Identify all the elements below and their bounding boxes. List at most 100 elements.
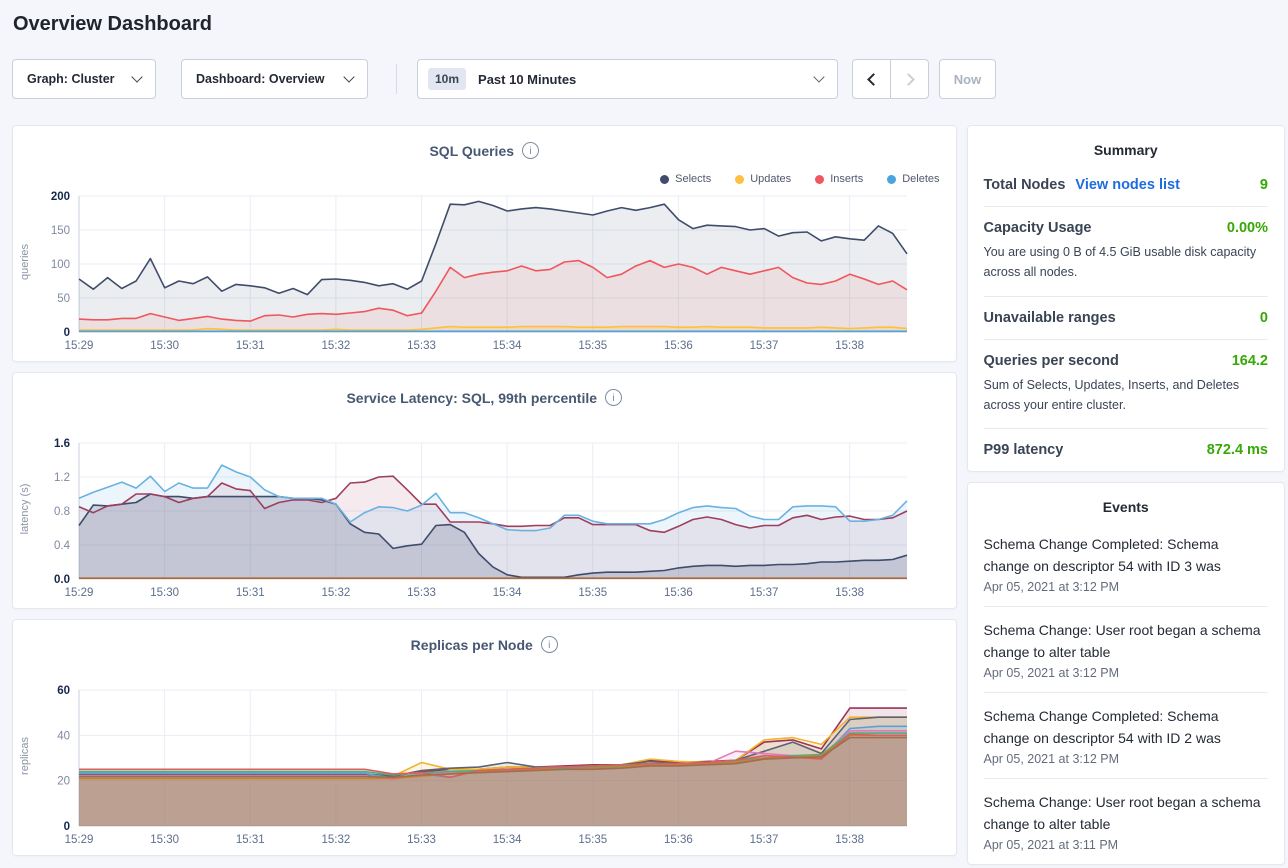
svg-text:15:34: 15:34 [493, 834, 522, 846]
summary-row-main: Unavailable ranges0 [984, 310, 1269, 326]
service-latency-chart[interactable]: 15:2915:3015:3115:3215:3315:3415:3515:36… [13, 437, 957, 607]
toolbar-divider [396, 64, 397, 94]
page-title: Overview Dashboard [0, 0, 1288, 36]
dashboard-dropdown-label: Dashboard: Overview [196, 72, 325, 86]
chart-card-service-latency: Service Latency: SQL, 99th percentileila… [12, 372, 957, 609]
summary-rows: Total NodesView nodes list9Capacity Usag… [968, 164, 1285, 471]
svg-text:15:34: 15:34 [493, 340, 522, 352]
chart-title-text: SQL Queries [429, 143, 514, 159]
svg-text:15:31: 15:31 [236, 834, 265, 846]
svg-text:0.8: 0.8 [54, 506, 70, 518]
svg-text:15:35: 15:35 [578, 340, 607, 352]
info-icon[interactable]: i [541, 636, 558, 653]
chevron-down-icon [813, 71, 824, 82]
svg-text:15:30: 15:30 [150, 834, 179, 846]
time-range-dropdown[interactable]: 10m Past 10 Minutes [417, 59, 838, 99]
chevron-left-icon [867, 73, 880, 86]
svg-text:15:38: 15:38 [835, 834, 864, 846]
event-item: Schema Change: User root began a schema … [984, 607, 1269, 693]
time-prev-button[interactable] [852, 59, 891, 99]
svg-text:15:38: 15:38 [835, 340, 864, 352]
svg-text:15:36: 15:36 [664, 834, 693, 846]
legend-item-updates: Updates [735, 173, 791, 185]
svg-text:15:32: 15:32 [321, 834, 350, 846]
event-item: Schema Change: User root began a schema … [984, 779, 1269, 864]
summary-row-value: 9 [1260, 177, 1268, 193]
svg-text:1.6: 1.6 [54, 438, 70, 450]
info-icon[interactable]: i [522, 142, 539, 159]
event-item: Schema Change Completed: Schema change o… [984, 521, 1269, 607]
chart-title-sql-queries: SQL Queries i [13, 126, 956, 159]
svg-text:100: 100 [51, 259, 70, 271]
summary-row-description: Sum of Selects, Updates, Inserts, and De… [984, 375, 1269, 416]
svg-text:20: 20 [57, 776, 70, 788]
summary-row: Queries per second 164.2 Sum of Selects, U… [984, 340, 1269, 430]
svg-text:15:37: 15:37 [750, 587, 779, 599]
summary-row-label: Queries per second [984, 353, 1119, 369]
svg-text:0.4: 0.4 [54, 540, 71, 552]
chevron-down-icon [343, 71, 354, 82]
chart-title-text: Service Latency: SQL, 99th percentile [346, 390, 597, 406]
summary-row: P99 latency 872.4 ms [984, 429, 1269, 471]
svg-text:15:33: 15:33 [407, 340, 436, 352]
event-timestamp: Apr 05, 2021 at 3:12 PM [984, 666, 1269, 680]
time-range-label: Past 10 Minutes [478, 72, 576, 87]
svg-text:15:29: 15:29 [65, 587, 94, 599]
legend-label: Deletes [902, 173, 939, 185]
info-icon[interactable]: i [605, 389, 622, 406]
time-range-badge: 10m [428, 68, 466, 90]
summary-row-value: 164.2 [1232, 353, 1268, 369]
view-nodes-list-link[interactable]: View nodes list [1075, 177, 1180, 193]
charts-column: SQL QueriesiSelectsUpdatesInsertsDeletes… [12, 125, 957, 866]
summary-panel-title: Summary [968, 126, 1285, 164]
sql-queries-chart[interactable]: 15:2915:3015:3115:3215:3315:3415:3515:36… [13, 190, 957, 360]
graph-dropdown[interactable]: Graph: Cluster [12, 59, 156, 99]
time-next-button[interactable] [890, 59, 929, 99]
summary-row-value: 872.4 ms [1207, 442, 1268, 458]
svg-text:200: 200 [51, 191, 70, 203]
toolbar: Graph: Cluster Dashboard: Overview 10m P… [12, 59, 1288, 99]
svg-text:15:36: 15:36 [664, 587, 693, 599]
svg-text:15:31: 15:31 [236, 587, 265, 599]
summary-row: Capacity Usage0.00%You are using 0 B of … [984, 207, 1269, 297]
event-message: Schema Change: User root began a schema … [984, 619, 1269, 663]
content: SQL QueriesiSelectsUpdatesInsertsDeletes… [0, 99, 1288, 866]
summary-row-value: 0.00% [1227, 220, 1268, 236]
right-sidebar: Summary Total NodesView nodes list9Capac… [967, 125, 1286, 865]
svg-text:15:32: 15:32 [321, 587, 350, 599]
events-list: Schema Change Completed: Schema change o… [968, 521, 1285, 864]
event-item: Schema Change Completed: Schema change o… [984, 693, 1269, 779]
event-message: Schema Change: User root began a schema … [984, 791, 1269, 835]
svg-text:15:34: 15:34 [493, 587, 522, 599]
svg-text:15:31: 15:31 [236, 340, 265, 352]
event-timestamp: Apr 05, 2021 at 3:12 PM [984, 580, 1269, 594]
svg-text:15:29: 15:29 [65, 340, 94, 352]
now-button[interactable]: Now [939, 59, 996, 99]
summary-row-description: You are using 0 B of 4.5 GiB usable disk… [984, 242, 1269, 283]
legend-item-deletes: Deletes [887, 173, 939, 185]
summary-row-main: Total NodesView nodes list9 [984, 177, 1269, 193]
summary-row-label: P99 latency [984, 442, 1064, 458]
event-message: Schema Change Completed: Schema change o… [984, 533, 1269, 577]
svg-text:50: 50 [57, 293, 70, 305]
legend-label: Updates [750, 173, 791, 185]
svg-text:60: 60 [57, 685, 70, 697]
svg-text:150: 150 [51, 225, 70, 237]
svg-text:15:37: 15:37 [750, 340, 779, 352]
svg-text:0: 0 [64, 821, 70, 833]
dashboard-dropdown[interactable]: Dashboard: Overview [181, 59, 368, 99]
summary-panel: Summary Total NodesView nodes list9Capac… [967, 125, 1286, 472]
legend-item-inserts: Inserts [815, 173, 863, 185]
legend-dot-icon [660, 175, 669, 184]
chart-card-replicas-per-node: Replicas per Nodeireplicas15:2915:3015:3… [12, 619, 957, 856]
legend-dot-icon [887, 175, 896, 184]
time-pager [852, 59, 929, 99]
svg-text:1.2: 1.2 [54, 472, 70, 484]
replicas-per-node-chart[interactable]: 15:2915:3015:3115:3215:3315:3415:3515:36… [13, 684, 957, 854]
events-panel-title: Events [968, 483, 1285, 521]
svg-text:0: 0 [64, 327, 70, 339]
legend-dot-icon [815, 175, 824, 184]
legend-label: Inserts [830, 173, 863, 185]
event-message: Schema Change Completed: Schema change o… [984, 705, 1269, 749]
svg-text:15:35: 15:35 [578, 587, 607, 599]
